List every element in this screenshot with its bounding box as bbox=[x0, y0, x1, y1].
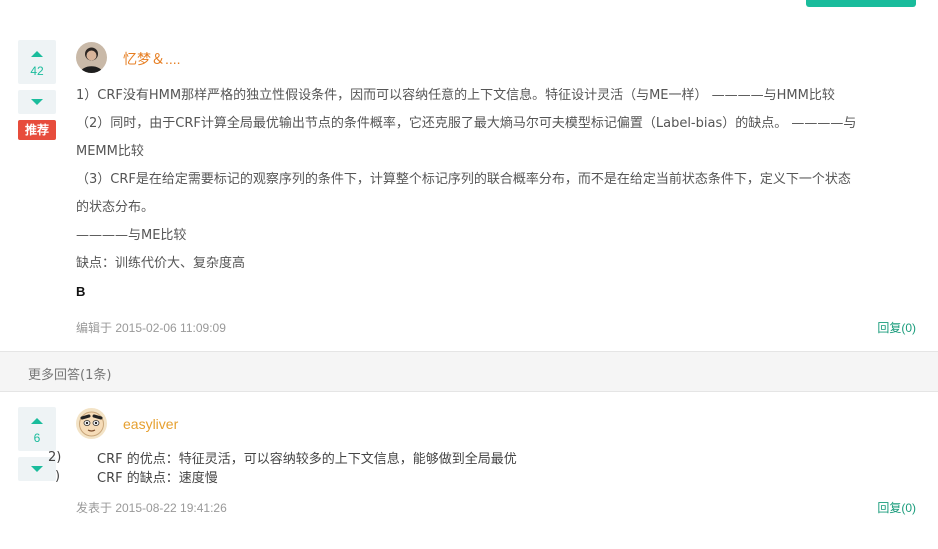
edit-timestamp: 编辑于 2015-02-06 11:09:09 bbox=[76, 321, 226, 335]
arrow-up-icon bbox=[31, 418, 43, 424]
content-line: B bbox=[76, 284, 86, 299]
avatar[interactable] bbox=[76, 42, 107, 73]
arrow-up-icon bbox=[31, 51, 43, 57]
arrow-down-icon bbox=[31, 466, 43, 472]
reply-link[interactable]: 回复(0) bbox=[877, 319, 916, 336]
more-answers-bar[interactable]: 更多回答(1条) bbox=[0, 351, 938, 392]
arrow-down-icon bbox=[31, 99, 43, 105]
top-action-button[interactable] bbox=[806, 0, 916, 7]
more-answers-label: 更多回答(1条) bbox=[28, 368, 112, 383]
recommended-badge: 推荐 bbox=[18, 120, 56, 140]
answer-item: 6 easyliver 2) ) CRF 的优点：特征灵活，可以容纳较多的上下文… bbox=[0, 405, 938, 549]
vote-column: 6 bbox=[18, 407, 56, 481]
downvote-button[interactable] bbox=[18, 90, 56, 114]
content-line: MEMM比较 bbox=[76, 144, 144, 159]
answer-content: CRF 的优点：特征灵活，可以容纳较多的上下文信息，能够做到全局最优 CRF 的… bbox=[97, 450, 517, 488]
vote-count: 42 bbox=[30, 64, 44, 78]
content-line: ————与ME比较 bbox=[76, 228, 187, 243]
content-line: 的状态分布。 bbox=[76, 200, 155, 215]
content-line: 1）CRF没有HMM那样严格的独立性假设条件，因而可以容纳任意的上下文信息。特征… bbox=[76, 88, 835, 103]
upvote-button[interactable]: 42 bbox=[18, 40, 56, 84]
text-fragment: 2) bbox=[48, 450, 62, 465]
vote-count: 6 bbox=[33, 431, 41, 445]
avatar[interactable] bbox=[76, 408, 107, 439]
username[interactable]: 忆梦＆.... bbox=[123, 49, 181, 69]
text-fragment: ) bbox=[55, 469, 61, 484]
content-line: CRF 的缺点：速度慢 bbox=[97, 471, 218, 486]
content-line: 缺点：训练代价大、复杂度高 bbox=[76, 256, 246, 271]
username[interactable]: easyliver bbox=[123, 416, 178, 432]
post-timestamp: 发表于 2015-08-22 19:41:26 bbox=[76, 501, 227, 515]
answer-item: 42 推荐 忆梦＆.... 1）CRF没有HMM那样严格的独立性假设条件，因而可… bbox=[0, 40, 938, 350]
reply-link[interactable]: 回复(0) bbox=[877, 499, 916, 516]
content-line: （3）CRF是在给定需要标记的观察序列的条件下，计算整个标记序列的联合概率分布，… bbox=[76, 172, 851, 187]
vote-column: 42 推荐 bbox=[18, 40, 56, 140]
answer-content: 1）CRF没有HMM那样严格的独立性假设条件，因而可以容纳任意的上下文信息。特征… bbox=[76, 82, 921, 306]
upvote-button[interactable]: 6 bbox=[18, 407, 56, 451]
content-line: CRF 的优点：特征灵活，可以容纳较多的上下文信息，能够做到全局最优 bbox=[97, 452, 517, 467]
content-line: （2）同时，由于CRF计算全局最优输出节点的条件概率，它还克服了最大熵马尔可夫模… bbox=[76, 116, 857, 131]
